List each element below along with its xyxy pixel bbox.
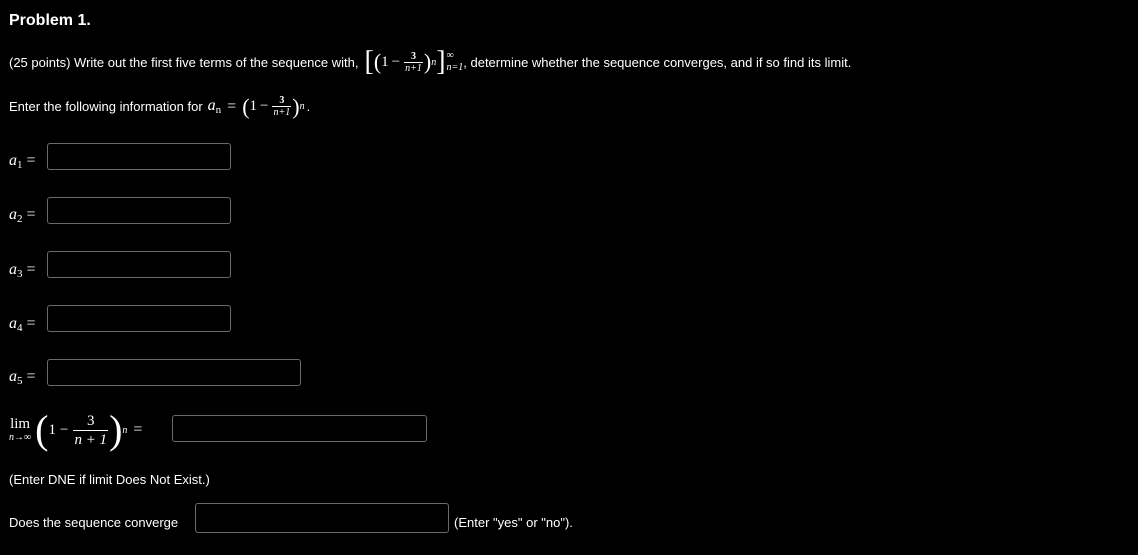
left-paren: ( (373, 49, 382, 74)
left-bracket: [ (364, 46, 374, 77)
limit-fraction: 3 n + 1 (73, 412, 109, 449)
converge-input[interactable] (195, 503, 449, 533)
formula-fraction: 3 n+1 (404, 51, 423, 74)
a2-label: a2 = (9, 206, 36, 225)
a1-label: a1 = (9, 152, 36, 171)
limit-minus: − (59, 421, 69, 438)
intro-text-before: (25 points) Write out the first five ter… (9, 54, 359, 70)
limit-numerator: 3 (87, 412, 95, 429)
a5-label: a5 = (9, 368, 36, 387)
right-bracket: ] (436, 46, 446, 77)
converge-hint: (Enter "yes" or "no"). (454, 515, 573, 530)
limit-exponent: n (122, 424, 128, 436)
a4-label: a4 = (9, 315, 36, 334)
a4-input[interactable] (47, 305, 231, 332)
enter-info-text: Enter the following information for (9, 99, 203, 114)
limit-equals: = (133, 421, 143, 438)
converge-label: Does the sequence converge (9, 515, 179, 530)
a3-input[interactable] (47, 251, 231, 278)
a3-label: a3 = (9, 261, 36, 280)
limit-under: n→∞ (9, 432, 32, 443)
limit-input[interactable] (172, 415, 427, 442)
formula-one: 1 (381, 53, 389, 70)
an-formula: ( 1 − 3 n+1 ) n (242, 93, 305, 119)
formula-numerator: 3 (410, 50, 416, 62)
limit-lim: lim (10, 416, 31, 432)
limit-one: 1 (48, 421, 56, 438)
intro-line: (25 points) Write out the first five ter… (9, 48, 851, 76)
a1-input[interactable] (47, 143, 231, 170)
formula-denominator: n+1 (404, 61, 423, 74)
formula-lower-limit: n=1 (446, 62, 464, 73)
limit-denominator: n + 1 (73, 429, 109, 448)
sequence-formula: [ ( 1 − 3 n+1 ) n ] ∞ n=1 (364, 48, 463, 76)
enter-info-line: Enter the following information for an =… (9, 95, 310, 118)
a5-input[interactable] (47, 359, 301, 386)
intro-text-after: , determine whether the sequence converg… (463, 54, 852, 70)
an-equals: = (227, 97, 237, 115)
right-paren: ) (423, 49, 432, 74)
formula-minus: − (391, 53, 401, 70)
formula-upper-limit: ∞ (446, 50, 454, 61)
an-variable: an (207, 97, 222, 116)
an-period: . (306, 99, 311, 114)
problem-title: Problem 1. (9, 12, 91, 29)
limit-hint: (Enter DNE if limit Does Not Exist.) (9, 472, 210, 487)
a2-input[interactable] (47, 197, 231, 224)
limit-expression: lim n→∞ ( 1 − 3 n + 1 ) n = (9, 407, 143, 452)
